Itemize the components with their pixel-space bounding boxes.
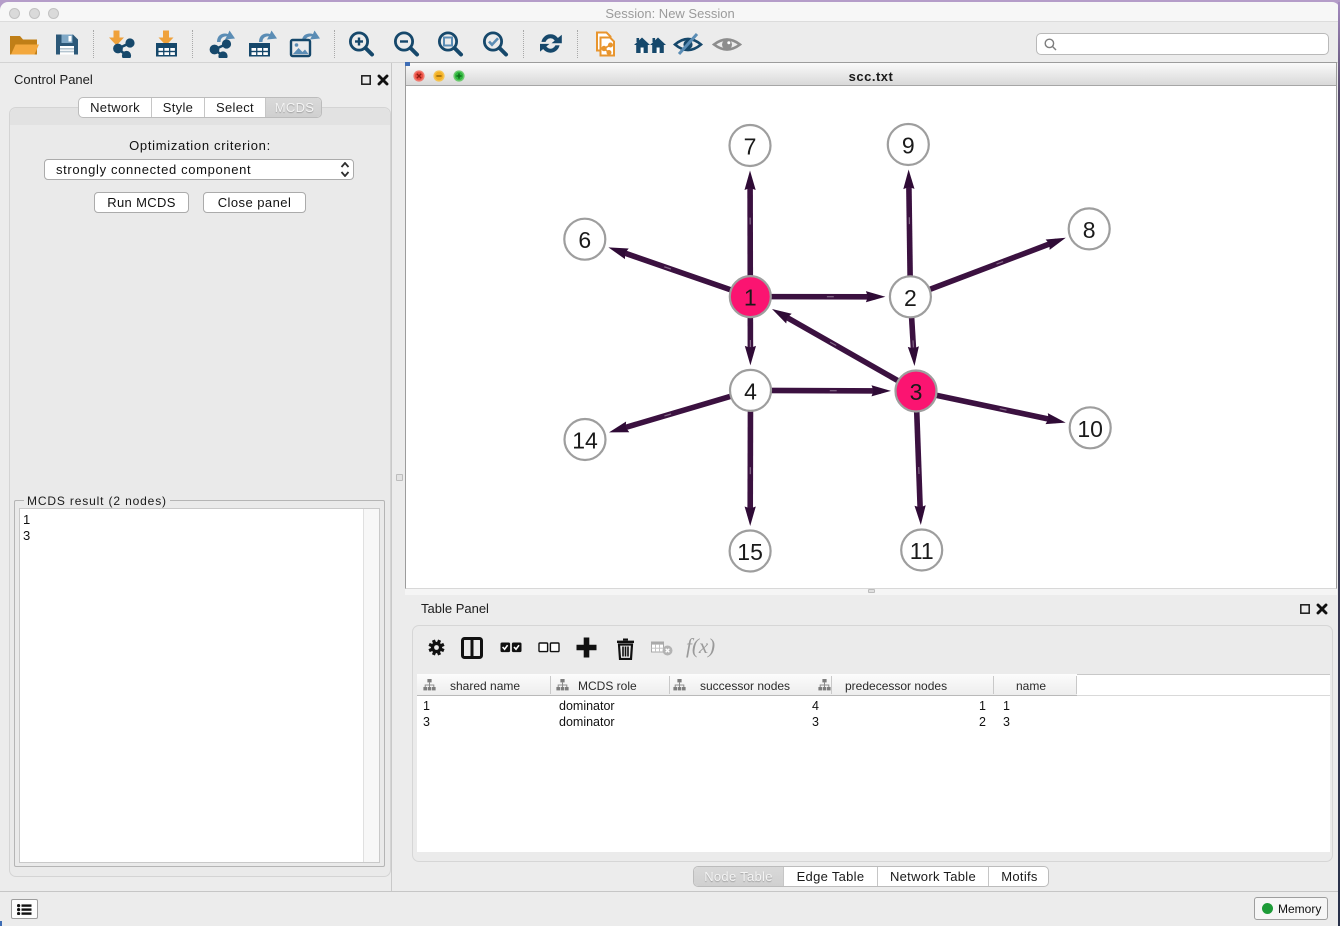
svg-text:3: 3 (910, 379, 923, 405)
svg-text:10: 10 (1077, 416, 1103, 442)
svg-text:2: 2 (904, 285, 917, 311)
svg-text:8: 8 (1083, 217, 1096, 243)
svg-text:4: 4 (744, 378, 757, 404)
svg-text:7: 7 (744, 134, 757, 160)
svg-text:15: 15 (737, 539, 763, 565)
svg-text:9: 9 (902, 133, 915, 159)
svg-text:11: 11 (910, 538, 934, 564)
svg-text:14: 14 (572, 428, 598, 454)
svg-text:6: 6 (578, 227, 591, 253)
svg-text:1: 1 (744, 285, 757, 311)
